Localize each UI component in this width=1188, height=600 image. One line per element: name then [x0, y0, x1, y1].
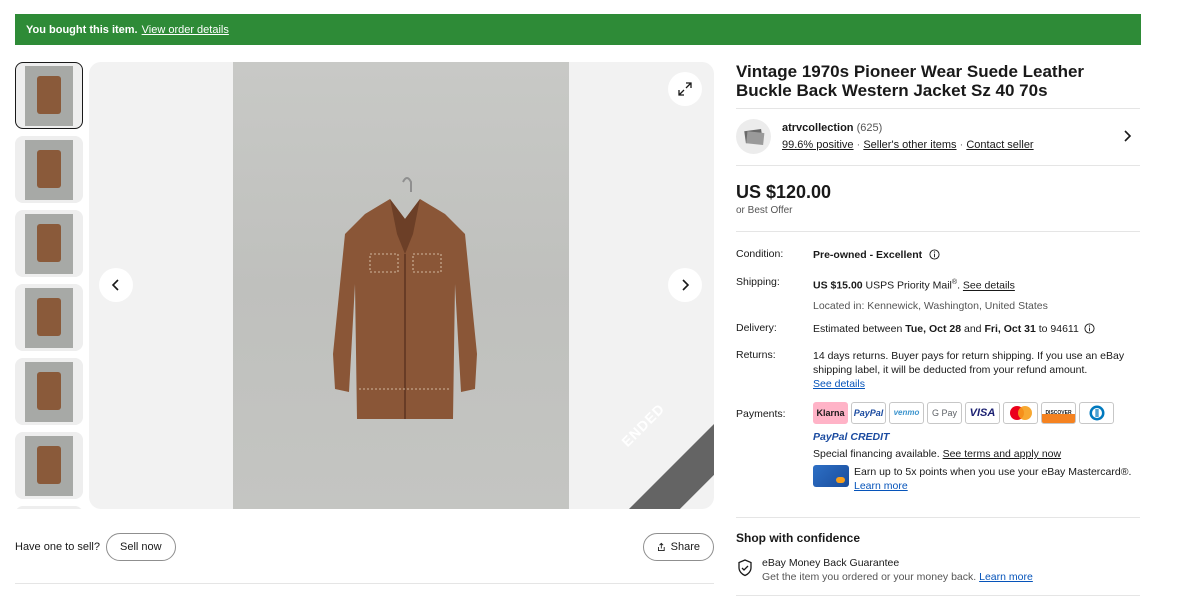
- returns-label: Returns:: [736, 349, 776, 361]
- seller-other-items-link[interactable]: Seller's other items: [863, 139, 956, 151]
- thumbnail-4[interactable]: [15, 284, 83, 351]
- thumbnail-1[interactable]: [15, 62, 83, 129]
- info-icon[interactable]: [929, 249, 940, 260]
- mastercard-logo: [1003, 402, 1038, 424]
- shop-with-confidence-title: Shop with confidence: [736, 531, 861, 545]
- delivery-label: Delivery:: [736, 322, 777, 334]
- item-location: Located in: Kennewick, Washington, Unite…: [813, 299, 1048, 312]
- listing-title: Vintage 1970s Pioneer Wear Suede Leather…: [736, 62, 1085, 100]
- ended-label: ENDED: [618, 400, 668, 450]
- previous-image-button[interactable]: [99, 268, 133, 302]
- purchase-banner: You bought this item. View order details: [15, 14, 1141, 45]
- divider: [15, 583, 714, 584]
- share-icon: [658, 542, 665, 552]
- thumbnail-3[interactable]: [15, 210, 83, 277]
- image-viewer[interactable]: ENDED: [89, 62, 714, 509]
- mbg-text: Get the item you ordered or your money b…: [762, 571, 977, 583]
- bought-text: You bought this item.: [26, 23, 138, 36]
- paypal-credit-logo: PayPal CREDIT: [813, 431, 890, 443]
- shield-check-icon: [737, 559, 753, 582]
- thumbnail-7[interactable]: [15, 506, 83, 509]
- divider: [736, 595, 1140, 596]
- mbg-title: eBay Money Back Guarantee: [762, 557, 900, 569]
- mbg-learn-more-link[interactable]: Learn more: [979, 571, 1033, 583]
- ended-ribbon: ENDED: [554, 349, 714, 509]
- expand-icon[interactable]: [668, 72, 702, 106]
- divider: [736, 231, 1140, 232]
- seller-feedback-count: (625): [856, 122, 883, 134]
- seller-avatar[interactable]: [736, 119, 771, 154]
- product-photo: [233, 62, 569, 509]
- thumbnail-strip: [15, 62, 83, 509]
- chevron-left-icon: [111, 279, 119, 291]
- payment-methods: Klarna PayPal venmo G Pay VISA DISCOVER: [813, 402, 1140, 424]
- diners-club-logo: [1079, 402, 1114, 424]
- shipping-label: Shipping:: [736, 276, 780, 288]
- seller-name[interactable]: atrvcollection: [782, 122, 854, 134]
- chevron-right-icon[interactable]: [1122, 129, 1132, 146]
- google-pay-logo: G Pay: [927, 402, 962, 424]
- best-offer-text: or Best Offer: [736, 205, 793, 216]
- ebay-mastercard-image: [813, 465, 849, 487]
- sell-now-button[interactable]: Sell now: [106, 533, 176, 561]
- divider: [736, 165, 1140, 166]
- sell-row: Have one to sell? Sell now: [15, 533, 176, 561]
- delivery-and: and: [963, 323, 982, 335]
- condition-label: Condition:: [736, 248, 784, 260]
- seller-positive-link[interactable]: 99.6% positive: [782, 139, 854, 151]
- financing-terms-link[interactable]: See terms and apply now: [943, 448, 1061, 460]
- venmo-logo: venmo: [889, 402, 924, 424]
- thumbnail-2[interactable]: [15, 136, 83, 203]
- klarna-logo: Klarna: [813, 402, 848, 424]
- payments-label: Payments:: [736, 408, 786, 420]
- card-offer-text: Earn up to 5x points when you use your e…: [854, 466, 1132, 478]
- delivery-zip: to 94611: [1038, 323, 1079, 335]
- divider: [736, 517, 1140, 518]
- share-button[interactable]: Share: [643, 533, 714, 561]
- delivery-to: Fri, Oct 31: [984, 323, 1036, 335]
- card-learn-more-link[interactable]: Learn more: [854, 480, 908, 492]
- shipping-price: US $15.00: [813, 279, 863, 292]
- sell-prompt: Have one to sell?: [15, 541, 100, 553]
- paypal-logo: PayPal: [851, 402, 886, 424]
- delivery-from: Tue, Oct 28: [905, 323, 962, 335]
- thumbnail-6[interactable]: [15, 432, 83, 499]
- shipping-see-details-link[interactable]: See details: [963, 280, 1015, 292]
- jacket-image: [333, 177, 477, 419]
- condition-value: Pre-owned - Excellent: [813, 249, 923, 261]
- thumbnail-5[interactable]: [15, 358, 83, 425]
- chevron-right-icon: [682, 279, 690, 291]
- seller-card[interactable]: atrvcollection (625) 99.6% positive · Se…: [736, 119, 1140, 155]
- share-label: Share: [670, 541, 700, 553]
- discover-logo: DISCOVER: [1041, 402, 1076, 424]
- view-order-details-link[interactable]: View order details: [142, 24, 229, 36]
- visa-logo: VISA: [965, 402, 1000, 424]
- shipping-method: USPS Priority Mail: [865, 279, 952, 292]
- next-image-button[interactable]: [668, 268, 702, 302]
- returns-see-details-link[interactable]: See details: [813, 378, 865, 390]
- returns-text: 14 days returns. Buyer pays for return s…: [813, 350, 1125, 376]
- contact-seller-link[interactable]: Contact seller: [966, 139, 1033, 151]
- info-icon[interactable]: [1084, 323, 1095, 334]
- divider: [736, 108, 1140, 109]
- money-back-guarantee: eBay Money Back Guarantee Get the item y…: [762, 556, 1033, 584]
- price: US $120.00: [736, 182, 832, 202]
- financing-text: Special financing available.: [813, 448, 940, 460]
- delivery-prefix: Estimated between: [813, 323, 903, 335]
